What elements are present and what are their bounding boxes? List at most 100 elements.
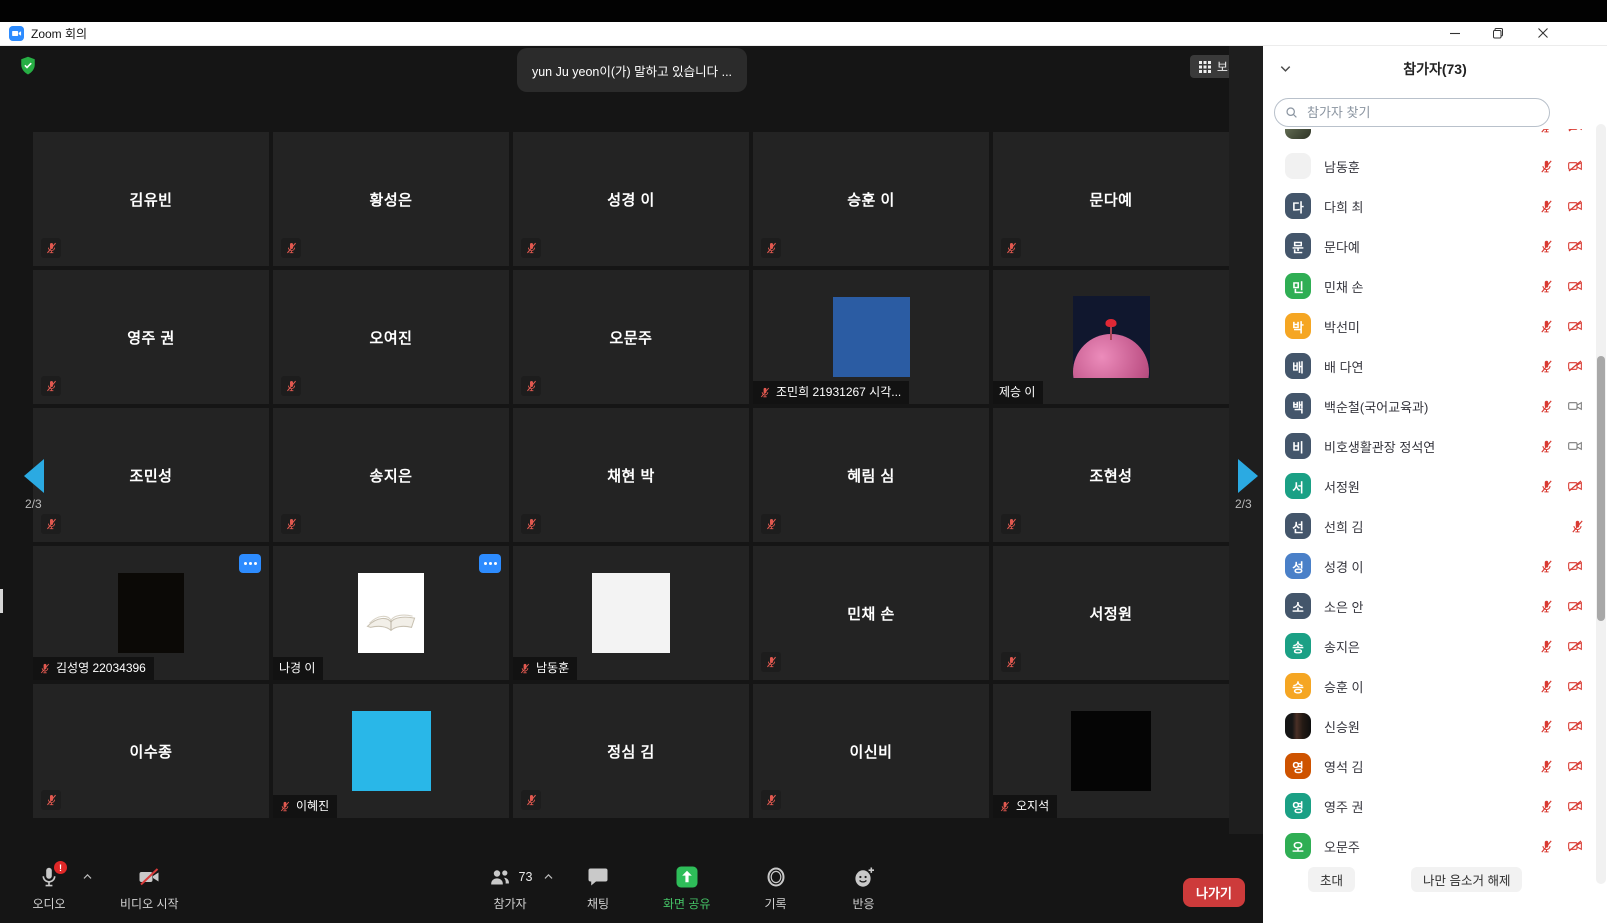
video-tile[interactable]: 제승 이 <box>993 270 1229 404</box>
video-tile[interactable]: 김성영 22034396 <box>33 546 269 680</box>
chevron-up-icon[interactable] <box>542 870 555 883</box>
video-tile[interactable]: 이수종 <box>33 684 269 818</box>
participant-row[interactable]: 비비호생활관장 정석연 <box>1263 426 1607 466</box>
video-tile[interactable]: 문다예 <box>993 132 1229 266</box>
invite-button[interactable]: 초대 <box>1308 867 1355 892</box>
video-tile[interactable]: 김유빈 <box>33 132 269 266</box>
participant-name: 영석 김 <box>1324 757 1539 776</box>
participant-row[interactable]: 서서정원 <box>1263 466 1607 506</box>
tile-options-button[interactable] <box>479 554 501 573</box>
video-tile[interactable]: 조민희 21931267 시각... <box>753 270 989 404</box>
participant-row[interactable]: 민민채 손 <box>1263 266 1607 306</box>
avatar: 오 <box>1285 833 1311 859</box>
video-on-icon <box>1565 438 1585 454</box>
chevron-up-icon[interactable] <box>81 870 94 883</box>
video-tile[interactable]: 황성은 <box>273 132 509 266</box>
toolbar-audio-button[interactable]: ! 오디오 <box>26 864 72 912</box>
participant-name: 오문주 <box>513 270 749 404</box>
participant-name: 송지은 <box>273 408 509 542</box>
participant-row[interactable]: 백백순철(국어교육과) <box>1263 386 1607 426</box>
toolbar-label: 비디오 시작 <box>120 895 179 912</box>
toolbar-participants-button[interactable]: 73참가자 <box>487 864 533 912</box>
participant-name: 승훈 이 <box>753 132 989 266</box>
avatar: 선 <box>1285 513 1311 539</box>
participant-row[interactable]: 배배 다연 <box>1263 346 1607 386</box>
tile-name-label: 김성영 22034396 <box>33 657 154 680</box>
participant-row[interactable]: 문문다예 <box>1263 226 1607 266</box>
restore-button[interactable] <box>1483 22 1513 44</box>
mic-muted-icon <box>1539 598 1554 615</box>
video-tile[interactable]: 오지석 <box>993 684 1229 818</box>
video-tile[interactable]: 조민성 <box>33 408 269 542</box>
scrollbar-thumb[interactable] <box>1597 356 1605 621</box>
participant-row[interactable]: 다다희 최 <box>1263 186 1607 226</box>
security-shield-icon[interactable] <box>19 56 37 77</box>
video-tile[interactable]: 오여진 <box>273 270 509 404</box>
toolbar-chat-button[interactable]: 채팅 <box>575 864 621 912</box>
window-title: Zoom 회의 <box>31 25 87 42</box>
video-tile[interactable]: 성경 이 <box>513 132 749 266</box>
participant-row[interactable]: 남동훈 <box>1263 146 1607 186</box>
video-tile[interactable]: 정심 김 <box>513 684 749 818</box>
unmute-myself-button[interactable]: 나만 음소거 해제 <box>1411 867 1522 892</box>
mic-muted-icon <box>39 662 51 675</box>
video-tile[interactable]: 민채 손 <box>753 546 989 680</box>
video-tile[interactable]: 이신비 <box>753 684 989 818</box>
avatar <box>1285 153 1311 179</box>
participants-title: 참가자(73) <box>1263 59 1607 79</box>
mic-muted-icon <box>1539 438 1554 455</box>
video-tile[interactable]: 이혜진 <box>273 684 509 818</box>
minimize-button[interactable] <box>1440 22 1470 44</box>
tile-options-button[interactable] <box>239 554 261 573</box>
window-edge-handle[interactable] <box>0 589 3 613</box>
toolbar-video-button[interactable]: 비디오 시작 <box>120 864 179 912</box>
participant-row[interactable]: 신승원 <box>1263 706 1607 746</box>
mic-muted-icon <box>1539 478 1554 495</box>
toolbar-record-button[interactable]: 기록 <box>753 864 799 912</box>
toolbar-label: 오디오 <box>32 895 65 912</box>
participant-row[interactable]: 오 오문주 <box>1263 826 1607 859</box>
participant-row[interactable]: 송송지은 <box>1263 626 1607 666</box>
video-tile[interactable]: 남동훈 <box>513 546 749 680</box>
video-off-icon <box>1565 638 1585 654</box>
participant-name: 다희 최 <box>1324 197 1539 216</box>
participant-name: 오문주 <box>1324 837 1539 856</box>
participant-row[interactable]: 박박선미 <box>1263 306 1607 346</box>
participant-name: 조현성 <box>993 408 1229 542</box>
prev-page-arrow[interactable] <box>24 459 44 493</box>
mic-muted-icon <box>41 376 61 396</box>
search-input[interactable] <box>1305 104 1539 121</box>
toolbar-reactions-button[interactable]: 반응 <box>841 864 887 912</box>
video-tile[interactable]: 서정원 <box>993 546 1229 680</box>
video-tile[interactable]: 승훈 이 <box>753 132 989 266</box>
leave-button[interactable]: 나가기 <box>1183 878 1245 907</box>
participant-row[interactable]: 성성경 이 <box>1263 546 1607 586</box>
participant-row[interactable]: 소소은 안 <box>1263 586 1607 626</box>
video-tile[interactable]: 채현 박 <box>513 408 749 542</box>
mic-muted-icon <box>1539 678 1554 695</box>
panel-scrollbar[interactable] <box>1596 124 1606 884</box>
video-tile[interactable]: 나경 이 <box>273 546 509 680</box>
avatar: 배 <box>1285 353 1311 379</box>
video-stage: yun Ju yeon이(가) 말하고 있습니다 ... 보기 김유빈황성은성경… <box>0 46 1263 923</box>
toolbar-share-button[interactable]: 화면 공유 <box>663 864 711 912</box>
mic-muted-icon <box>761 238 781 258</box>
video-tile[interactable]: 영주 권 <box>33 270 269 404</box>
participant-row[interactable]: 영영주 권 <box>1263 786 1607 826</box>
video-off-icon <box>1565 678 1585 694</box>
video-tile[interactable]: 조현성 <box>993 408 1229 542</box>
next-page-arrow[interactable] <box>1238 459 1258 493</box>
participant-row[interactable]: 선선희 김 <box>1263 506 1607 546</box>
alert-badge: ! <box>54 861 67 874</box>
participant-name: 남동훈 <box>536 658 569 678</box>
video-tile[interactable]: 혜림 심 <box>753 408 989 542</box>
close-button[interactable] <box>1528 22 1558 44</box>
video-off-icon <box>1565 558 1585 574</box>
reactions-icon <box>852 865 876 889</box>
video-tile[interactable]: 송지은 <box>273 408 509 542</box>
participant-row[interactable]: 영영석 김 <box>1263 746 1607 786</box>
avatar: 성 <box>1285 553 1311 579</box>
video-tile[interactable]: 오문주 <box>513 270 749 404</box>
participant-row[interactable]: 승승훈 이 <box>1263 666 1607 706</box>
toolbar-label: 채팅 <box>587 895 609 912</box>
